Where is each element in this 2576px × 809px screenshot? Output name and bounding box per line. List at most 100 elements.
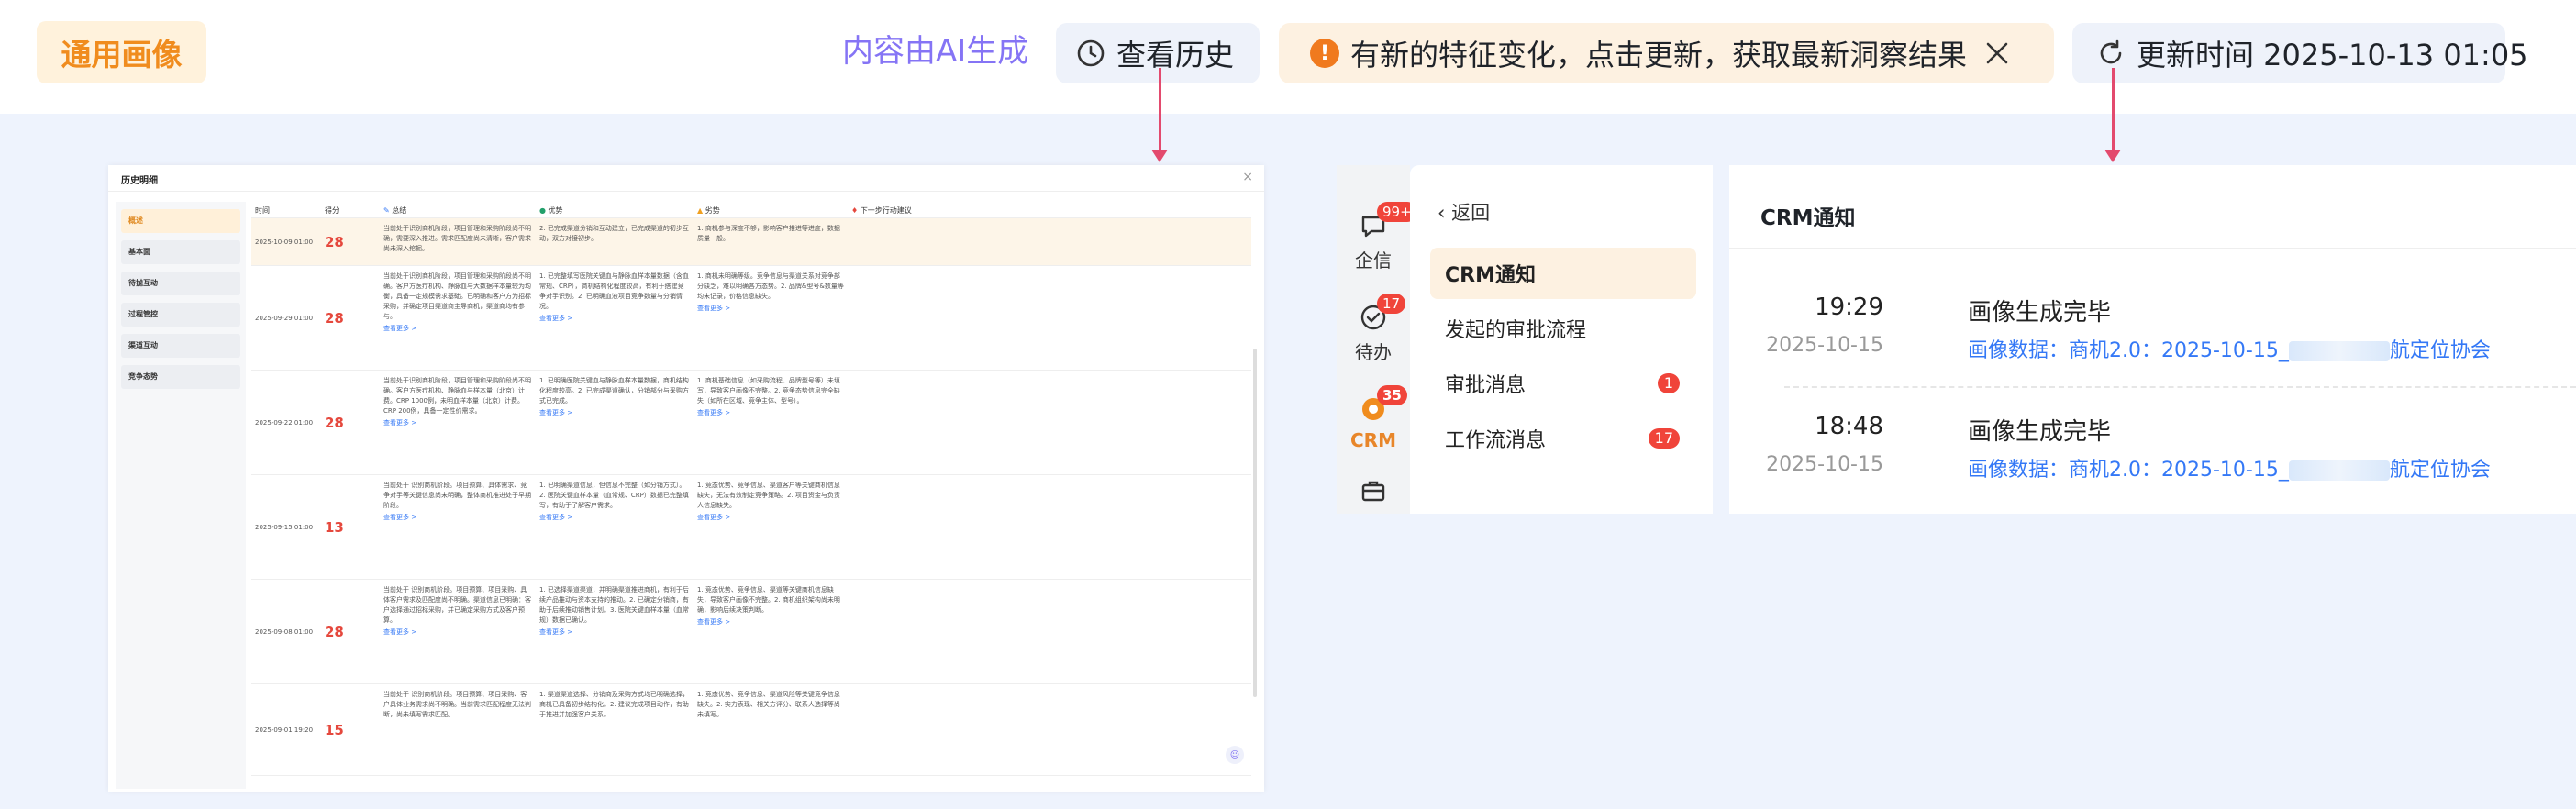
list-item[interactable]: 18:48 2025-10-15 画像生成完毕 画像数据：商机2.0：2025-… [1729,413,2576,514]
see-more-link[interactable]: 查看更多 > [539,314,690,323]
table-row[interactable]: 2025-09-15 01:00 13 当前处于 识别商机阶段。项目预算、具体需… [251,475,1251,580]
sidebar-item-pending[interactable]: 待抛互动 [121,272,240,295]
history-sidebar: 概述 基本面 待抛互动 过程管控 渠道互动 竞争态势 [116,202,246,789]
scrollbar[interactable] [1253,349,1257,697]
row-score: 13 [325,518,344,536]
see-more-link[interactable]: 查看更多 > [539,627,690,637]
see-more-link[interactable]: 查看更多 > [383,627,532,637]
table-row[interactable]: 2025-09-22 01:00 28 当前处于识别商机阶段，项目管理和采购阶段… [251,371,1251,475]
see-more-link[interactable]: 查看更多 > [697,617,844,626]
see-more-link[interactable]: 查看更多 > [539,513,690,522]
sidebar-item-overview[interactable]: 概述 [121,209,240,233]
rail-item-crm[interactable]: 35 CRM [1337,385,1410,451]
table-row[interactable]: 2025-09-01 19:20 15 当前处于 识别商机阶段。项目预算、项目采… [251,684,1251,776]
row-disadvantage: 1. 商机参与深度不够，影响客户推进等进度，数据质量一般。 [697,225,840,242]
row-advantage: 2. 已完成渠道分销和互动建立，已完成渠道的初步互动，双方对接初步。 [539,225,689,242]
badge: 1 [1657,373,1680,393]
sidebar-item-fundamentals[interactable]: 基本面 [121,240,240,264]
crm-notice-list: CRM通知 19:29 2025-10-15 画像生成完毕 画像数据：商机2.0… [1729,165,2576,514]
row-score: 28 [325,309,344,327]
divider [1784,386,2576,388]
app-rail: 99+ 企信 17 待办 35 CRM [1337,165,1417,514]
update-time-text: 更新时间 2025-10-13 01:05 [2137,38,2528,72]
notice-link[interactable]: 画像数据：商机2.0：2025-10-15_ 航定位协会 [1968,334,2491,363]
sidebar-item-channel[interactable]: 渠道互动 [121,334,240,358]
rail-item-qixin[interactable]: 99+ 企信 [1337,202,1417,272]
see-more-link[interactable]: 查看更多 > [539,408,690,417]
notice-time: 18:48 [1815,413,1883,440]
back-button[interactable]: ‹ 返回 [1438,198,1490,226]
modal-title: 历史明细 [121,176,158,186]
menu-item-crm-notice[interactable]: CRM通知 [1430,248,1696,299]
row-summary: 当前处于识别商机阶段，项目管理和采购阶段尚不明确，需要深入推进。需求匹配度尚未清… [383,225,531,252]
table-row[interactable]: 2025-09-29 01:00 28 当前处于识别商机阶段，项目管理和采购阶段… [251,266,1251,371]
rail-item-todo[interactable]: 17 待办 [1337,294,1410,364]
view-history-button[interactable]: 查看历史 [1056,23,1260,83]
sidebar-item-competition[interactable]: 竞争态势 [121,365,240,389]
badge: 17 [1377,294,1406,314]
row-disadvantage: 1. 商机基础信息（如采购流程、品牌型号等）未填写，导致客户画像不完整。2. 竞… [697,377,840,404]
col-score-header: 得分 [325,206,339,215]
badge: 35 [1377,385,1407,405]
briefcase-icon [1359,477,1388,506]
disadvantage-icon: ▲ [697,206,705,215]
notice-title: 画像生成完毕 [1968,418,2112,446]
row-score: 28 [325,414,344,431]
row-time: 2025-09-15 01:00 [255,523,314,531]
view-history-label: 查看历史 [1116,38,1235,72]
rail-label: 待办 [1355,341,1392,363]
col-time-header: 时间 [255,206,270,215]
table-row[interactable]: 2025-09-08 01:00 28 当前处于 识别商机阶段。项目预算、项目采… [251,580,1251,684]
see-more-link[interactable]: 查看更多 > [697,408,844,417]
menu-item-workflow-msg[interactable]: 工作流消息 17 [1430,413,1696,464]
clock-icon [1076,39,1105,68]
sidebar-item-process[interactable]: 过程管控 [121,303,240,327]
see-more-link[interactable]: 查看更多 > [383,513,532,522]
close-icon[interactable] [1983,39,2011,67]
profile-type-tag[interactable]: 通用画像 [37,21,206,83]
update-notice-text: 有新的特征变化，点击更新，获取最新洞察结果 [1350,38,1968,72]
update-notice-banner[interactable]: ! 有新的特征变化，点击更新，获取最新洞察结果 [1279,23,2054,83]
col-disadvantage-header: ▲ 劣势 [697,206,720,215]
notice-title: 画像生成完毕 [1968,299,2112,327]
col-summary-header: ✎ 总结 [383,206,407,215]
row-disadvantage: 1. 商机未明确等级。竞争信息与渠道关系对竞争部分缺乏，难以明确各方态势。2. … [697,272,844,300]
menu-item-approval-flow[interactable]: 发起的审批流程 [1430,303,1696,354]
history-detail-modal: 历史明细 × 概述 基本面 待抛互动 过程管控 渠道互动 竞争态势 时间 得分 … [108,165,1264,792]
row-score: 28 [325,233,344,250]
notice-date: 2025-10-15 [1766,334,1883,357]
list-item[interactable]: 19:29 2025-10-15 画像生成完毕 画像数据：商机2.0：2025-… [1729,294,2576,394]
see-more-link[interactable]: 查看更多 > [697,513,844,522]
crm-menu: ‹ 返回 CRM通知 发起的审批流程 审批消息 1 工作流消息 17 [1410,165,1713,514]
refresh-button[interactable]: 更新时间 2025-10-13 01:05 [2072,23,2528,83]
see-more-link[interactable]: 查看更多 > [383,324,532,333]
chat-icon: 99+ [1359,202,1417,240]
rail-item-more[interactable] [1337,477,1410,512]
row-advantage: 1. 已明确医院关键血与静脉血样本量数据，商机结构化程度较高。2. 已完成渠道确… [539,377,689,404]
next-action-icon: ♦ [851,206,861,215]
chat-bot-icon[interactable]: ☺ [1226,746,1244,764]
row-disadvantage: 1. 竞态优势、竞争信息、渠道风险等关键竞争信息缺失。2. 实力表现、相关方评分… [697,691,840,718]
row-advantage: 1. 已选择渠道渠道，并明确渠道推进商机，有利于后续产品推动与资本支持的推动。2… [539,586,689,624]
page-title: CRM通知 [1760,206,1856,230]
menu-item-approval-msg[interactable]: 审批消息 1 [1430,358,1696,409]
notice-link[interactable]: 画像数据：商机2.0：2025-10-15_ 航定位协会 [1968,453,2491,482]
row-time: 2025-09-29 01:00 [255,314,314,322]
close-icon[interactable]: × [1242,170,1253,184]
advantage-icon: ● [539,206,549,215]
table-row[interactable]: 2025-10-09 01:00 28 当前处于识别商机阶段，项目管理和采购阶段… [251,218,1251,266]
rail-label: CRM [1350,429,1396,451]
row-summary: 当前处于 识别商机阶段。项目预算、项目采购、客户具体业务需求尚不明确。当前需求匹… [383,691,531,718]
annotation-arrow-history [1159,68,1161,152]
col-advantage-header: ● 优势 [539,206,563,215]
check-circle-icon: 17 [1359,294,1406,332]
crm-icon: 35 [1359,385,1407,424]
see-more-link[interactable]: 查看更多 > [697,304,844,313]
notice-date: 2025-10-15 [1766,453,1883,476]
notice-time: 19:29 [1815,294,1883,321]
row-score: 28 [325,623,344,640]
see-more-link[interactable]: 查看更多 > [383,418,532,427]
divider [1729,248,2576,249]
row-summary: 当前处于 识别商机阶段。项目预算、项目采购、具体客户需求及匹配度尚不明确。渠道信… [383,586,531,624]
redacted-text [2288,460,2390,481]
